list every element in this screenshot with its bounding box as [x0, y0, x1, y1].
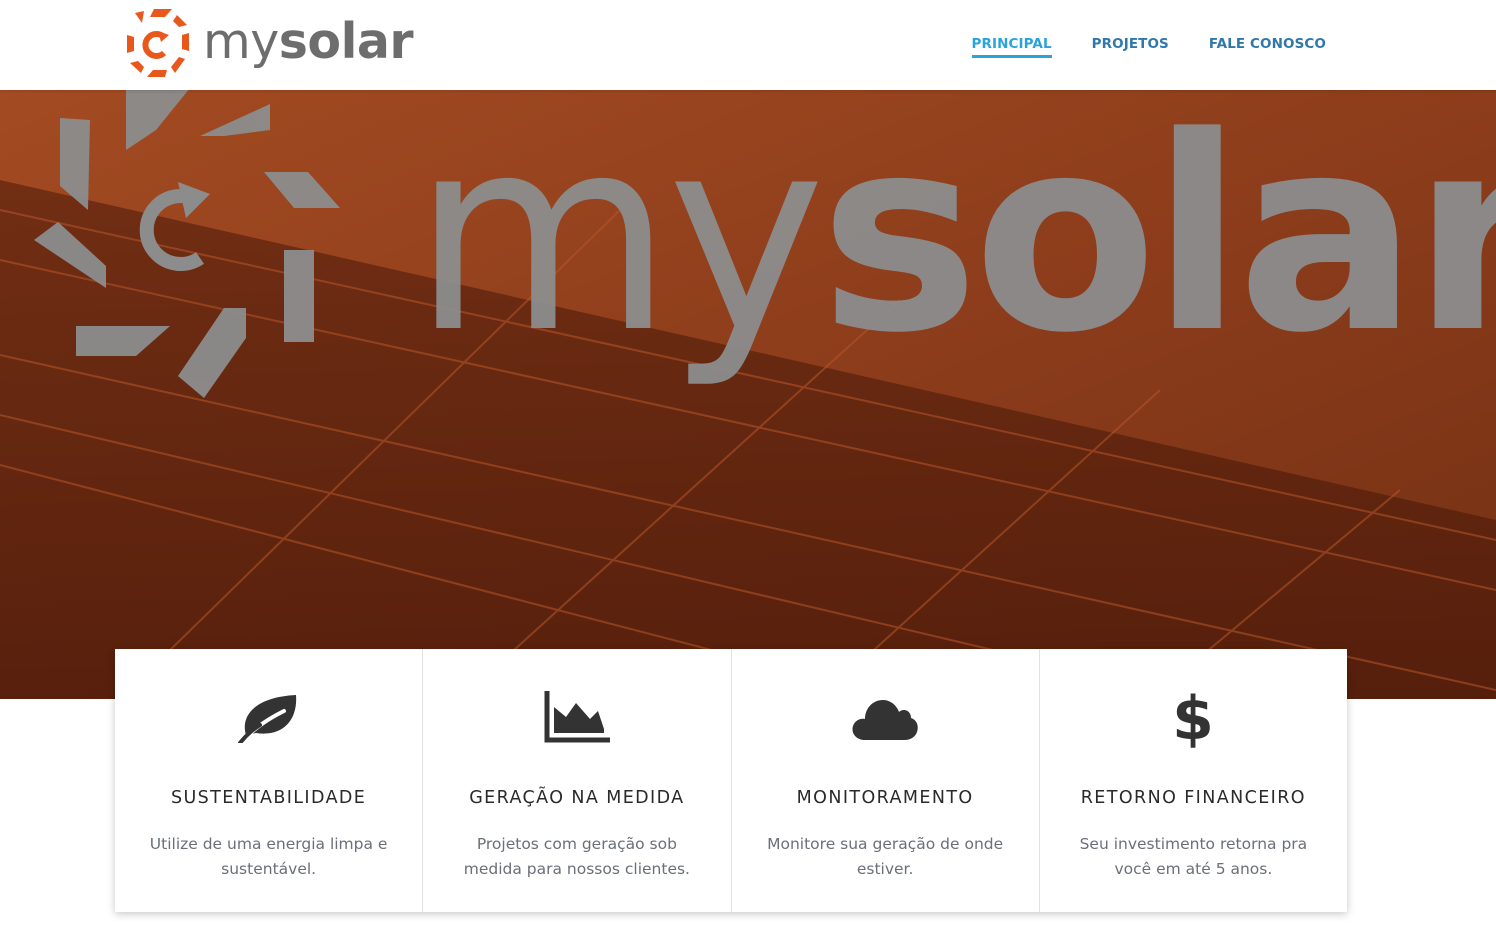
leaf-icon: [237, 695, 296, 743]
brand-logo[interactable]: mysolar: [127, 8, 414, 80]
area-chart-icon: [544, 691, 610, 743]
feature-description: Seu investimento retorna pra você em até …: [1079, 835, 1308, 878]
hero-sun-logo-icon: [34, 90, 340, 398]
feature-title: RETORNO FINANCEIRO: [1080, 788, 1306, 808]
feature-sustentabilidade: SUSTENTABILIDADE Utilize de uma energia …: [115, 649, 424, 912]
feature-description: Monitore sua geração de onde estiver.: [767, 835, 1004, 878]
dollar-icon: $: [1173, 685, 1213, 749]
svg-text:$: $: [1173, 685, 1213, 749]
nav-projetos[interactable]: PROJETOS: [1092, 36, 1169, 58]
nav-fale-conosco[interactable]: FALE CONOSCO: [1209, 36, 1326, 58]
feature-retorno: $ RETORNO FINANCEIRO Seu investimento re…: [1040, 649, 1347, 912]
feature-title: MONITORAMENTO: [796, 788, 974, 808]
feature-monitoramento: MONITORAMENTO Monitore sua geração de on…: [732, 649, 1040, 912]
site-header: mysolar PRINCIPAL PROJETOS FALE CONOSCO: [0, 0, 1496, 90]
sun-logo-icon: [127, 9, 189, 77]
hero-wordmark: mysolar: [412, 90, 1496, 392]
feature-title: SUSTENTABILIDADE: [170, 788, 367, 808]
feature-title: GERAÇÃO NA MEDIDA: [469, 788, 685, 808]
feature-geracao: GERAÇÃO NA MEDIDA Projetos com geração s…: [423, 649, 732, 912]
nav-principal[interactable]: PRINCIPAL: [971, 36, 1052, 58]
hero-banner: mysolar: [0, 90, 1496, 699]
feature-description: Projetos com geração sob medida para noss…: [463, 835, 690, 878]
feature-description: Utilize de uma energia limpa e sustentáve…: [149, 835, 388, 878]
brand-wordmark: mysolar: [203, 12, 414, 70]
cloud-icon: [852, 700, 918, 740]
features-panel: SUSTENTABILIDADE Utilize de uma energia …: [115, 649, 1347, 912]
main-nav: PRINCIPAL PROJETOS FALE CONOSCO: [971, 36, 1327, 58]
